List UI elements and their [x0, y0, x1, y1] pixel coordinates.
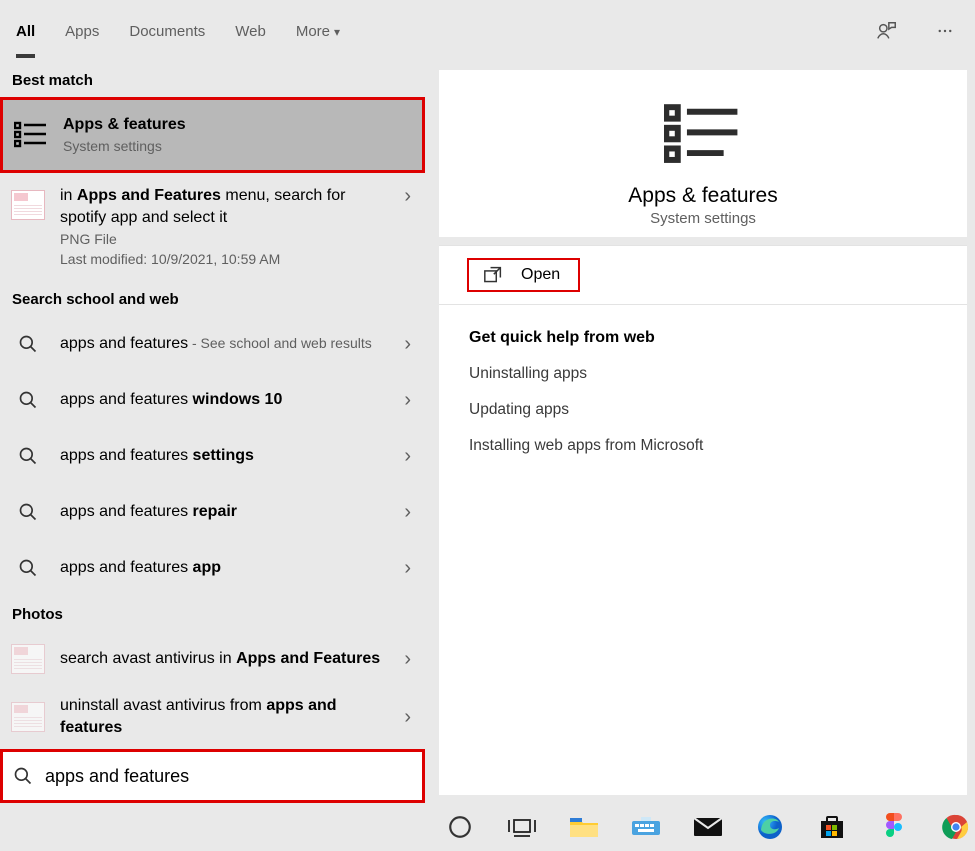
chevron-right-icon: › [404, 648, 411, 671]
chevron-right-icon: › [404, 185, 411, 208]
tab-all[interactable]: All [16, 5, 35, 58]
search-results-pane: Best match Apps & features System settin… [0, 62, 425, 803]
chevron-right-icon: › [404, 389, 411, 412]
search-icon [8, 436, 48, 476]
preview-subtitle: System settings [439, 210, 967, 227]
chevron-right-icon: › [404, 445, 411, 468]
open-button[interactable]: Open [467, 258, 580, 292]
search-scope-tabs: All Apps Documents Web More▾ [0, 0, 975, 62]
suggest-text: apps and features repair [60, 501, 392, 523]
settings-list-icon [11, 115, 51, 155]
help-link-uninstall[interactable]: Uninstalling apps [469, 365, 937, 383]
image-thumbnail-icon [8, 639, 48, 679]
search-icon [8, 492, 48, 532]
help-link-update[interactable]: Updating apps [469, 401, 937, 419]
cortana-icon[interactable] [442, 809, 478, 845]
chevron-right-icon: › [404, 706, 411, 729]
result-file-modified: Last modified: 10/9/2021, 10:59 AM [60, 249, 392, 269]
chrome-icon[interactable] [938, 809, 974, 845]
search-icon [8, 380, 48, 420]
taskbar [0, 803, 975, 851]
result-title: in Apps and Features menu, search for sp… [60, 185, 392, 229]
suggest-text: apps and features - See school and web r… [60, 333, 392, 355]
edge-icon[interactable] [752, 809, 788, 845]
image-thumbnail-icon [8, 697, 48, 737]
figma-icon[interactable] [876, 809, 912, 845]
microsoft-store-icon[interactable] [814, 809, 850, 845]
result-title: Apps & features [63, 114, 408, 136]
section-school-web: Search school and web [0, 281, 425, 316]
tab-web[interactable]: Web [235, 5, 266, 58]
result-subtitle: System settings [63, 136, 408, 156]
web-suggest-0[interactable]: apps and features - See school and web r… [0, 316, 425, 372]
photo-result-0[interactable]: search avast antivirus in Apps and Featu… [0, 631, 425, 687]
chevron-right-icon: › [404, 333, 411, 356]
suggest-text: apps and features app [60, 557, 392, 579]
help-link-install[interactable]: Installing web apps from Microsoft [469, 437, 937, 455]
result-preview-pane: Apps & features System settings Open Get… [425, 62, 975, 803]
tab-documents[interactable]: Documents [129, 5, 205, 58]
mail-icon[interactable] [690, 809, 726, 845]
suggest-text: apps and features settings [60, 445, 392, 467]
result-apps-and-features[interactable]: Apps & features System settings [0, 97, 425, 173]
web-suggest-4[interactable]: apps and features app › [0, 540, 425, 596]
chevron-down-icon: ▾ [334, 25, 340, 39]
file-explorer-icon[interactable] [566, 809, 602, 845]
image-thumbnail-icon [8, 185, 48, 225]
suggest-text: apps and features windows 10 [60, 389, 392, 411]
result-title: uninstall avast antivirus from apps and … [60, 695, 392, 739]
result-png-file[interactable]: in Apps and Features menu, search for sp… [0, 173, 425, 281]
tab-more[interactable]: More▾ [296, 5, 340, 58]
tab-apps[interactable]: Apps [65, 5, 99, 58]
settings-list-icon [439, 102, 967, 172]
open-icon [483, 266, 503, 284]
chevron-right-icon: › [404, 557, 411, 580]
search-input-bar[interactable] [3, 752, 422, 800]
photo-result-1[interactable]: uninstall avast antivirus from apps and … [0, 687, 425, 747]
result-title: search avast antivirus in Apps and Featu… [60, 648, 392, 670]
web-suggest-2[interactable]: apps and features settings › [0, 428, 425, 484]
search-icon [8, 548, 48, 588]
task-view-icon[interactable] [504, 809, 540, 845]
on-screen-keyboard-icon[interactable] [628, 809, 664, 845]
search-input[interactable] [43, 765, 412, 788]
search-icon [8, 324, 48, 364]
section-photos: Photos [0, 596, 425, 631]
web-suggest-3[interactable]: apps and features repair › [0, 484, 425, 540]
feedback-icon[interactable] [869, 13, 905, 49]
search-icon [13, 766, 33, 786]
web-suggest-1[interactable]: apps and features windows 10 › [0, 372, 425, 428]
result-file-type: PNG File [60, 229, 392, 249]
help-section-title: Get quick help from web [469, 329, 937, 347]
preview-title: Apps & features [439, 184, 967, 208]
more-options-icon[interactable] [927, 13, 963, 49]
chevron-right-icon: › [404, 501, 411, 524]
section-best-match: Best match [0, 62, 425, 97]
open-label: Open [521, 266, 560, 284]
